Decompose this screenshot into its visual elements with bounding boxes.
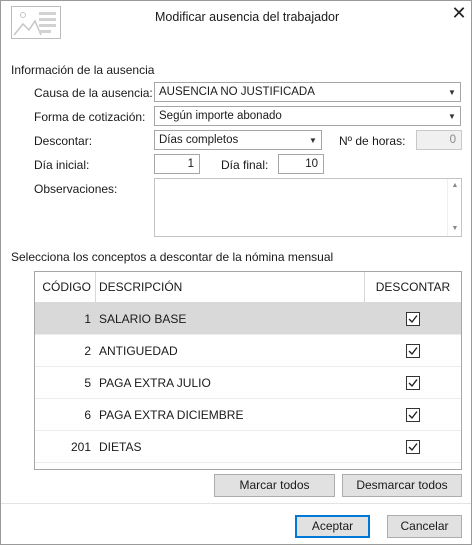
window-title: Modificar ausencia del trabajador <box>155 10 340 24</box>
column-divider <box>95 272 96 303</box>
table-row[interactable]: 1 SALARIO BASE <box>35 303 461 335</box>
header-descripcion[interactable]: DESCRIPCIÓN <box>99 272 182 303</box>
descontar-select[interactable]: Días completos ▼ <box>154 130 322 150</box>
causa-select[interactable]: AUSENCIA NO JUSTIFICADA ▼ <box>154 82 461 102</box>
row-descripcion: ANTIGUEDAD <box>99 344 178 358</box>
row-codigo: 6 <box>84 408 91 422</box>
marcar-todos-button[interactable]: Marcar todos <box>214 474 335 497</box>
desmarcar-todos-button[interactable]: Desmarcar todos <box>342 474 462 497</box>
row-descripcion: PAGA EXTRA JULIO <box>99 376 211 390</box>
row-descripcion: PAGA EXTRA DICIEMBRE <box>99 408 244 422</box>
scroll-up-icon[interactable]: ▲ <box>448 179 462 193</box>
close-icon: ✕ <box>451 3 467 23</box>
forma-value: Según importe abonado <box>159 110 282 122</box>
row-descripcion: DIETAS <box>99 440 142 454</box>
table-header: CÓDIGO DESCRIPCIÓN DESCONTAR <box>35 272 461 303</box>
table-row[interactable]: 2 ANTIGUEDAD <box>35 335 461 367</box>
close-button[interactable]: ✕ <box>449 3 469 23</box>
conceptos-table: CÓDIGO DESCRIPCIÓN DESCONTAR 1 SALARIO B… <box>34 271 462 470</box>
footer-divider <box>1 503 471 504</box>
dia-inicial-field[interactable]: 1 <box>154 154 200 174</box>
dia-final-label: Día final: <box>221 158 269 172</box>
row-codigo: 5 <box>84 376 91 390</box>
header-codigo[interactable]: CÓDIGO <box>35 272 91 303</box>
aceptar-button[interactable]: Aceptar <box>295 515 370 538</box>
descontar-label: Descontar: <box>34 134 93 148</box>
table-row[interactable]: 201 DIETAS <box>35 431 461 463</box>
dia-inicial-label: Día inicial: <box>34 158 90 172</box>
descontar-checkbox[interactable] <box>406 408 420 422</box>
checkmark-icon <box>408 347 418 356</box>
forma-label: Forma de cotización: <box>34 110 146 124</box>
forma-select[interactable]: Según importe abonado ▼ <box>154 106 461 126</box>
form-icon <box>11 6 61 39</box>
row-codigo: 201 <box>70 440 91 454</box>
causa-value: AUSENCIA NO JUSTIFICADA <box>159 86 315 98</box>
table-row[interactable]: 5 PAGA EXTRA JULIO <box>35 367 461 399</box>
horas-label: Nº de horas: <box>339 134 406 148</box>
checkmark-icon <box>408 315 418 324</box>
observaciones-textarea[interactable]: ▲ ▼ <box>154 178 462 237</box>
row-descripcion: SALARIO BASE <box>99 312 187 326</box>
header-descontar[interactable]: DESCONTAR <box>365 272 461 303</box>
descontar-checkbox[interactable] <box>406 312 420 326</box>
causa-label: Causa de la ausencia: <box>34 86 153 100</box>
dia-final-field[interactable]: 10 <box>278 154 324 174</box>
observaciones-label: Observaciones: <box>34 182 118 196</box>
checkmark-icon <box>408 379 418 388</box>
horas-field: 0 <box>416 130 462 150</box>
section-title-conceptos: Selecciona los conceptos a descontar de … <box>11 250 334 264</box>
descontar-value: Días completos <box>159 134 239 146</box>
section-title-info: Información de la ausencia <box>11 63 155 77</box>
title-bar: Modificar ausencia del trabajador ✕ <box>1 1 471 41</box>
descontar-checkbox[interactable] <box>406 376 420 390</box>
chevron-down-icon: ▼ <box>448 87 456 97</box>
row-codigo: 1 <box>84 312 91 326</box>
table-row[interactable]: 6 PAGA EXTRA DICIEMBRE <box>35 399 461 431</box>
scroll-down-icon[interactable]: ▼ <box>448 222 462 236</box>
descontar-checkbox[interactable] <box>406 344 420 358</box>
observaciones-scrollbar[interactable]: ▲ ▼ <box>447 179 461 236</box>
chevron-down-icon: ▼ <box>448 111 456 121</box>
dialog-window: Modificar ausencia del trabajador ✕ Info… <box>0 0 472 545</box>
descontar-checkbox[interactable] <box>406 440 420 454</box>
cancelar-button[interactable]: Cancelar <box>387 515 462 538</box>
checkmark-icon <box>408 411 418 420</box>
row-codigo: 2 <box>84 344 91 358</box>
checkmark-icon <box>408 443 418 452</box>
chevron-down-icon: ▼ <box>309 135 317 145</box>
